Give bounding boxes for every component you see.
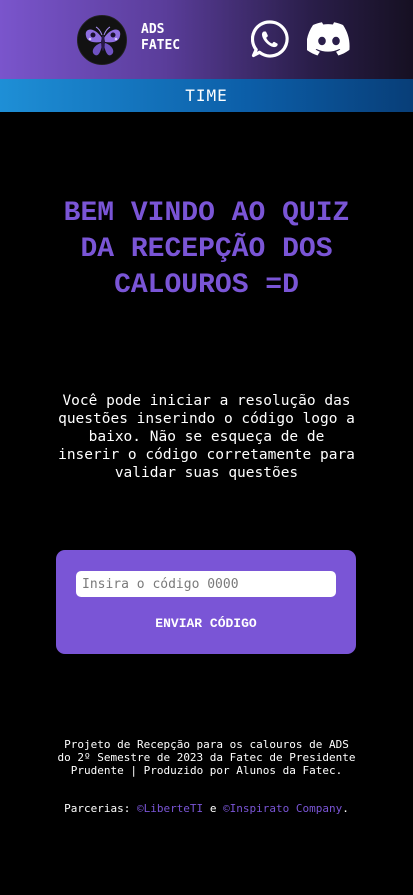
partners-prefix: Parcerias: xyxy=(64,802,131,815)
page-title: BEM VINDO AO QUIZ DA RECEPÇÃO DOS CALOUR… xyxy=(63,198,350,301)
partners-end: . xyxy=(342,802,349,815)
intro-text: Você pode iniciar a resolução das questõ… xyxy=(58,393,355,481)
moth-logo[interactable] xyxy=(77,15,127,65)
footer-description: Projeto de Recepção para os calouros de … xyxy=(57,738,356,777)
partners-conjunction: e xyxy=(209,802,217,815)
whatsapp-icon[interactable] xyxy=(250,20,289,58)
brand-line-2: FATEC xyxy=(141,38,181,53)
partner-link-inspirato[interactable]: ©Inspirato Company xyxy=(223,802,342,815)
submit-code-button[interactable]: ENVIAR CÓDIGO xyxy=(155,616,256,631)
brand-name: ADS FATEC xyxy=(141,22,180,54)
partner-link-liberteti[interactable]: ©LiberteTI xyxy=(137,802,203,815)
brand-line-1: ADS xyxy=(141,22,165,37)
discord-icon[interactable] xyxy=(306,22,351,56)
time-link[interactable]: TIME xyxy=(185,86,228,105)
code-form: ENVIAR CÓDIGO xyxy=(56,550,356,654)
top-header: ADS FATEC xyxy=(0,0,413,79)
code-input[interactable] xyxy=(76,571,336,597)
nav-bar: TIME xyxy=(0,79,413,112)
partners-line: Parcerias: ©LiberteTI e ©Inspirato Compa… xyxy=(56,802,357,815)
